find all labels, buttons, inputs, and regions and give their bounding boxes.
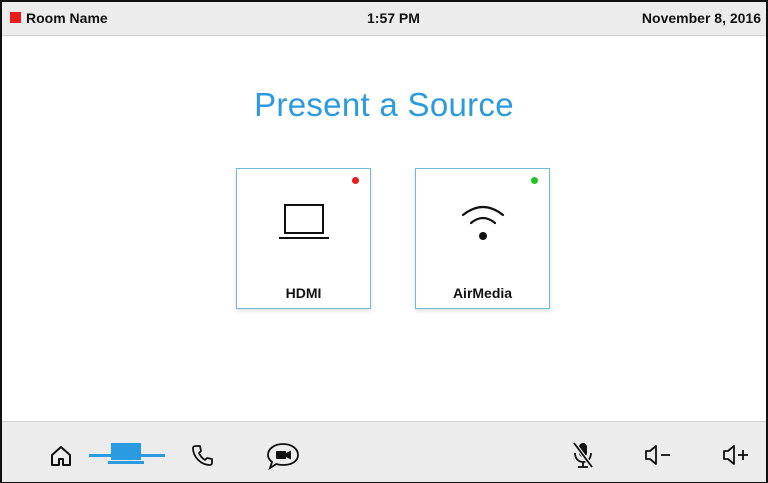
source-tile-airmedia[interactable]: AirMedia	[415, 168, 550, 309]
volume-up-icon	[723, 445, 748, 465]
mic-mute-icon	[572, 441, 594, 469]
status-dot	[531, 177, 538, 184]
status-dot	[352, 177, 359, 184]
source-tile-hdmi[interactable]: HDMI	[236, 168, 371, 309]
volume-down-icon	[645, 445, 670, 465]
present-button[interactable]	[102, 422, 152, 482]
laptop-icon	[237, 201, 370, 245]
volume-up-button[interactable]	[716, 422, 756, 482]
home-icon	[51, 446, 71, 466]
room-status-indicator	[10, 12, 21, 23]
home-button[interactable]	[40, 422, 84, 482]
status-bar: Room Name 1:57 PM November 8, 2016	[2, 2, 766, 36]
room-name: Room Name	[26, 10, 108, 26]
source-label: HDMI	[285, 285, 322, 301]
volume-down-button[interactable]	[638, 422, 678, 482]
clock: 1:57 PM	[367, 10, 420, 26]
touch-panel: Room Name 1:57 PM November 8, 2016 Prese…	[0, 0, 768, 483]
video-chat-button[interactable]	[260, 422, 308, 482]
phone-button[interactable]	[182, 422, 222, 482]
page-title: Present a Source	[254, 86, 514, 123]
bottom-nav	[2, 421, 766, 482]
active-tab-indicator	[89, 454, 165, 457]
date: November 8, 2016	[641, 10, 761, 26]
phone-icon	[192, 445, 213, 466]
wifi-icon	[416, 201, 549, 245]
video-chat-icon	[267, 443, 299, 470]
mic-mute-button[interactable]	[562, 422, 602, 482]
source-label: AirMedia	[452, 285, 513, 301]
